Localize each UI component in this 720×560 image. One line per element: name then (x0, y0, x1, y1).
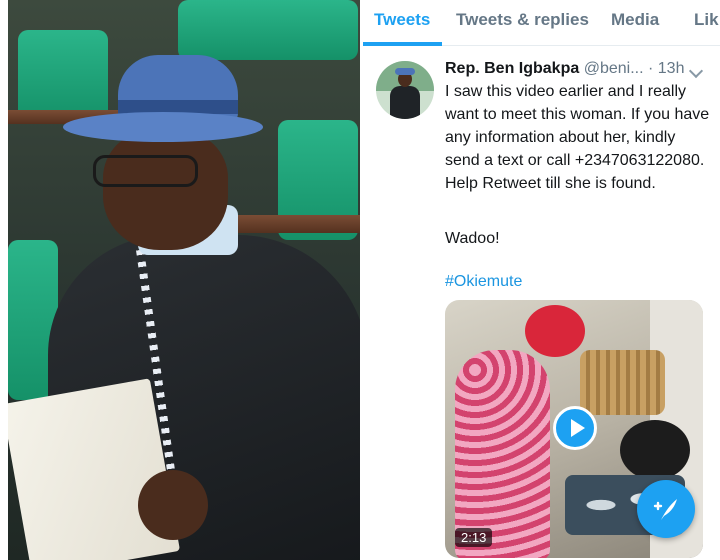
pot (620, 420, 690, 480)
author-handle[interactable]: @beni... (584, 60, 644, 77)
play-icon[interactable] (553, 406, 597, 450)
hand (138, 470, 208, 540)
compose-tweet-icon (653, 499, 677, 520)
separator-dot: · (647, 60, 654, 77)
profile-tabs: Tweets Tweets & replies Media Lik (363, 0, 720, 46)
avatar[interactable] (376, 61, 434, 119)
profile-photo (8, 0, 360, 560)
twitter-panel: Tweets Tweets & replies Media Lik Rep. B… (363, 0, 720, 560)
tweet-text-secondary: Wadoo! (445, 230, 500, 247)
tweet-time[interactable]: 13h (658, 60, 685, 77)
man-face (103, 130, 228, 250)
red-headscarf (525, 305, 585, 357)
active-tab-indicator (363, 42, 442, 46)
green-seat (18, 30, 108, 120)
hashtag-link[interactable]: #Okiemute (445, 273, 522, 291)
hat-brim (63, 112, 263, 142)
author-name[interactable]: Rep. Ben Igbakpa (445, 60, 579, 77)
eyeglasses (93, 155, 198, 187)
tab-tweets[interactable]: Tweets (374, 10, 430, 30)
woman-dress (455, 350, 550, 558)
tab-media[interactable]: Media (611, 10, 659, 30)
basket (580, 350, 665, 415)
tab-tweets-replies[interactable]: Tweets & replies (456, 10, 589, 30)
video-duration: 2:13 (455, 528, 493, 547)
wood-desk (218, 215, 360, 233)
tweet-header: Rep. Ben Igbakpa @beni... · 13h (445, 60, 720, 82)
tab-likes[interactable]: Lik (694, 10, 719, 30)
tweet-text: I saw this video earlier and I really wa… (445, 83, 710, 192)
green-seat (178, 0, 358, 60)
compose-tweet-button[interactable] (637, 480, 695, 538)
